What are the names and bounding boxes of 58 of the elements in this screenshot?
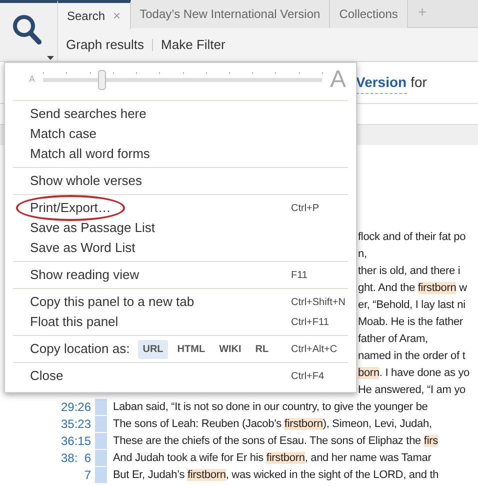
search-icon[interactable] bbox=[12, 14, 42, 46]
large-text-label: A bbox=[330, 68, 346, 92]
menu-item[interactable]: Close Ctrl+F4 bbox=[5, 366, 356, 386]
verse-text: These are the chiefs of the sons of Esau. The sons of Eliphaz the firs bbox=[113, 434, 438, 449]
menu-item[interactable]: Send searches here bbox=[5, 104, 356, 124]
verse-text: n, bbox=[358, 247, 367, 262]
shortcut-text: F11 bbox=[291, 268, 308, 282]
verse-marker bbox=[95, 450, 107, 466]
verse-reference[interactable]: 36:15 bbox=[0, 433, 95, 450]
verse-text: And Judah took a wife for Er his firstborn, and her name was Tamar bbox=[113, 451, 432, 466]
menu-item[interactable]: Print/Export… Ctrl+P bbox=[5, 198, 356, 218]
query-text: for bbox=[410, 73, 427, 92]
verse-text: The sons of Leah: Reuben (Jacob’s firstborn), Simeon, Levi, Judah, bbox=[113, 417, 432, 432]
format-option[interactable]: URL bbox=[138, 340, 168, 358]
verse-text: But Er, Judah’s firstborn, was wicked in the sight of the LORD, and th bbox=[113, 468, 439, 483]
verse-text: flock and of their fat po bbox=[358, 230, 466, 245]
verse-marker bbox=[95, 399, 107, 415]
verse-text: er, “Behold, I lay last ni bbox=[358, 298, 466, 313]
format-option[interactable]: HTML bbox=[172, 340, 210, 358]
menu-item[interactable]: Match case bbox=[5, 124, 356, 144]
menu-item[interactable]: Save as Passage List bbox=[5, 218, 356, 238]
menu-item[interactable]: Copy this panel to a new tab Ctrl+Shift+N bbox=[5, 292, 356, 312]
menu-label: Copy location as: bbox=[30, 340, 130, 358]
dropdown-caret-icon[interactable] bbox=[47, 56, 54, 60]
verse-reference[interactable]: 38: 6 bbox=[0, 450, 95, 467]
verse-marker bbox=[95, 467, 107, 483]
tab[interactable]: Search × bbox=[58, 0, 131, 29]
verse-text: ther is old, and there i bbox=[358, 264, 460, 279]
verse-text: Laban said, “It is not so done in our country, to give the younger be bbox=[113, 400, 428, 415]
shortcut-text: Ctrl+F4 bbox=[291, 370, 324, 384]
toolbar-button[interactable]: Graph results bbox=[66, 34, 144, 54]
verse-reference[interactable]: 7 bbox=[0, 467, 95, 484]
verse-reference[interactable]: 35:23 bbox=[0, 416, 95, 433]
shortcut-text: Ctrl+Alt+C bbox=[291, 342, 338, 356]
verse-text: Moab. He is the father bbox=[358, 315, 463, 330]
slider-thumb[interactable] bbox=[98, 70, 106, 90]
verse-text: born. I have done as yo bbox=[358, 366, 470, 381]
small-text-label: A bbox=[29, 73, 36, 86]
verse-text: named in the order of t bbox=[358, 349, 466, 364]
verse-marker bbox=[95, 416, 107, 432]
shortcut-text: Ctrl+P bbox=[291, 202, 320, 216]
menu-item[interactable]: Save as Word List bbox=[5, 238, 356, 258]
menu-item[interactable]: Show reading view F11 bbox=[5, 265, 356, 285]
verse-reference[interactable]: 29:26 bbox=[0, 399, 95, 416]
menu-item[interactable]: Show whole verses bbox=[5, 171, 356, 191]
verse-text: ght. And the firstborn w bbox=[358, 281, 467, 296]
menu-item[interactable]: Match all word forms bbox=[5, 144, 356, 164]
menu-item[interactable]: Float this panel Ctrl+F11 bbox=[5, 312, 356, 332]
tab[interactable]: Today’s New International Version bbox=[130, 0, 330, 28]
verse-marker bbox=[95, 433, 107, 449]
verse-text: He answered, “I am yo bbox=[358, 383, 466, 398]
toolbar-button[interactable]: Make Filter bbox=[161, 34, 226, 54]
shortcut-text: Ctrl+Shift+N bbox=[291, 296, 346, 310]
format-option[interactable]: RL bbox=[250, 340, 274, 358]
shortcut-text: Ctrl+F11 bbox=[291, 316, 329, 330]
tab[interactable]: Collections bbox=[330, 0, 408, 28]
verse-text: father of Aram, bbox=[358, 332, 428, 347]
format-option[interactable]: WIKI bbox=[214, 340, 246, 358]
